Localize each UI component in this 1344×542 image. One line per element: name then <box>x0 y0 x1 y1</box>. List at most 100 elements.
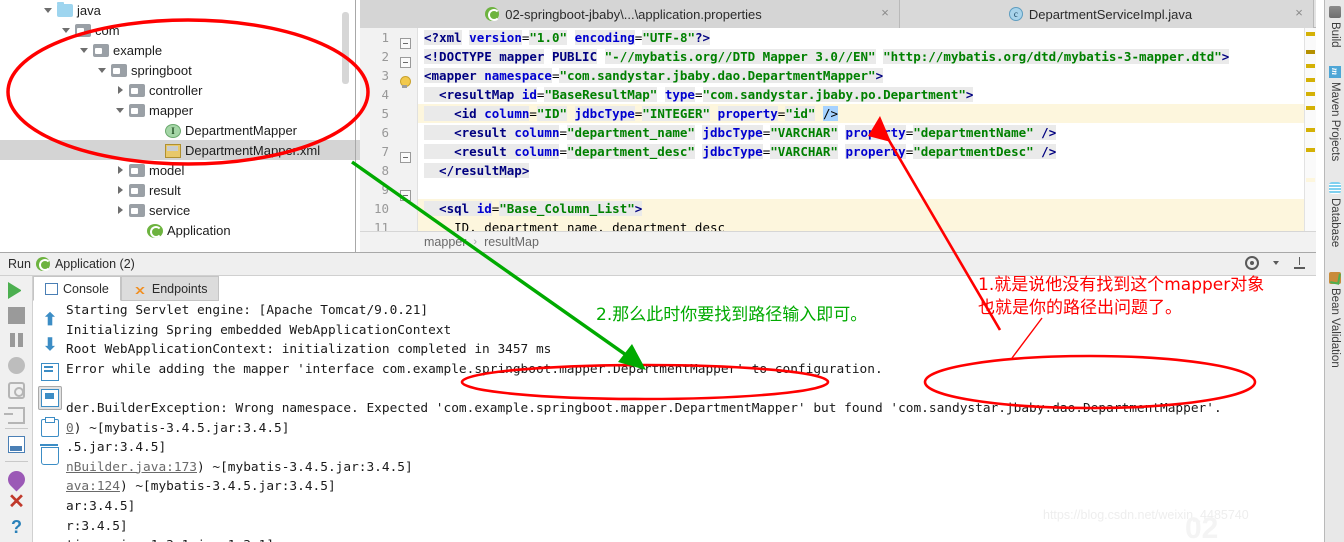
console-stacktrace-link[interactable]: ava:124 <box>66 479 120 494</box>
code-token: jdbcType <box>574 106 635 121</box>
soft-wrap-icon[interactable] <box>41 363 59 381</box>
chevron-right-icon[interactable] <box>114 164 127 177</box>
project-tool-window[interactable]: java com example springboot controller mapper… <box>0 0 360 252</box>
play-icon[interactable] <box>8 282 25 299</box>
fold-marker[interactable] <box>400 152 411 163</box>
editor-tab-application-properties[interactable]: 02-springboot-jbaby\...\application.prop… <box>360 0 900 28</box>
rail-tab-bean-validation[interactable]: Bean Validation <box>1325 268 1344 368</box>
code-line[interactable]: <result column="department_desc" jdbcTyp… <box>418 142 1316 161</box>
code-line[interactable]: <mapper namespace="com.sandystar.jbaby.d… <box>418 66 1316 85</box>
code-line[interactable]: ID, department_name, department_desc <box>418 218 1316 231</box>
fold-marker[interactable] <box>400 190 411 201</box>
console-stacktrace-link[interactable]: 0 <box>66 421 74 436</box>
console-icon <box>45 282 58 295</box>
breadcrumb[interactable]: mapper › resultMap <box>360 231 1316 252</box>
fold-marker[interactable] <box>400 38 411 49</box>
code-token: "Base_Column_List" <box>499 201 635 216</box>
code-line[interactable]: <sql id="Base_Column_List"> <box>418 199 1316 218</box>
chevron-right-icon[interactable] <box>114 184 127 197</box>
dump-icon[interactable] <box>8 357 25 374</box>
no-chevron-icon <box>132 224 145 237</box>
chevron-down-icon[interactable] <box>1273 261 1279 265</box>
code-token: property <box>845 144 906 159</box>
code-line[interactable]: <?xml version="1.0" encoding="UTF-8"?> <box>418 28 1316 47</box>
fold-marker[interactable] <box>400 57 411 68</box>
gear-icon[interactable] <box>1245 256 1259 270</box>
close-icon[interactable]: × <box>879 6 891 19</box>
run-configuration-name[interactable]: Application (2) <box>55 257 135 271</box>
layout-icon[interactable] <box>8 436 25 453</box>
export-icon[interactable] <box>1293 256 1306 270</box>
run-tabs: Console Endpoints <box>33 276 220 301</box>
intention-bulb-icon[interactable] <box>399 76 411 89</box>
chevron-down-icon[interactable] <box>78 44 91 57</box>
tree-item-service[interactable]: service <box>0 200 360 220</box>
code-line[interactable]: <resultMap id="BaseResultMap" type="com.… <box>418 85 1316 104</box>
code-token: <mapper <box>424 68 485 83</box>
chevron-down-icon[interactable] <box>114 104 127 117</box>
chevron-right-icon[interactable] <box>114 84 127 97</box>
breadcrumb-item-mapper[interactable]: mapper <box>424 235 466 249</box>
endpoints-icon <box>132 283 147 295</box>
tree-item-application[interactable]: Application <box>0 220 360 240</box>
code-line[interactable]: </resultMap> <box>418 161 1316 180</box>
tree-item-model[interactable]: model <box>0 160 360 180</box>
code-token: ID, department_name, department_desc <box>424 220 726 231</box>
tree-item-java[interactable]: java <box>0 0 360 20</box>
tree-scrollbar-thumb[interactable] <box>342 12 349 84</box>
close-icon[interactable]: ✕ <box>8 492 25 512</box>
pin-icon[interactable] <box>4 467 29 492</box>
close-icon[interactable]: × <box>1293 6 1305 19</box>
rail-tab-build[interactable]: Build <box>1325 2 1344 48</box>
console-text: ) ~[mybatis-3.4.5.jar:3.4.5] <box>119 479 336 495</box>
tree-item-com[interactable]: com <box>0 20 360 40</box>
arrow-down-icon[interactable]: ⬇ <box>41 336 59 354</box>
code-line[interactable]: <result column="department_name" jdbcTyp… <box>418 123 1316 142</box>
chevron-right-icon[interactable] <box>114 204 127 217</box>
tree-item-result[interactable]: result <box>0 180 360 200</box>
code-token: <result <box>424 144 515 159</box>
code-token: <!DOCTYPE <box>424 49 500 64</box>
tree-item-departmentmapper-xml[interactable]: DepartmentMapper.xml <box>0 140 360 160</box>
code-editor[interactable]: <?xml version="1.0" encoding="UTF-8"?> <!… <box>418 28 1316 231</box>
tab-console[interactable]: Console <box>33 276 121 301</box>
code-line[interactable]: <id column="ID" jdbcType="INTEGER" prope… <box>418 104 1316 123</box>
tree-item-departmentmapper[interactable]: I DepartmentMapper <box>0 120 360 140</box>
console-output[interactable]: Starting Servlet engine: [Apache Tomcat/… <box>66 301 1316 542</box>
help-icon[interactable]: ? <box>8 518 25 536</box>
editor-tab-departmentserviceimpl[interactable]: c DepartmentServiceImpl.java × <box>900 0 1314 28</box>
console-stacktrace-link[interactable]: nBuilder.java:173 <box>66 460 197 475</box>
trash-icon[interactable] <box>40 444 59 465</box>
rail-tab-maven-projects[interactable]: m Maven Projects <box>1325 62 1344 161</box>
code-line[interactable] <box>418 180 1316 199</box>
tree-item-example[interactable]: example <box>0 40 360 60</box>
tree-item-springboot[interactable]: springboot <box>0 60 360 80</box>
code-line[interactable]: <!DOCTYPE mapper PUBLIC "-//mybatis.org/… <box>418 47 1316 66</box>
error-stripe[interactable] <box>1304 28 1316 231</box>
camera-icon[interactable] <box>8 382 25 399</box>
scroll-end-icon[interactable] <box>41 389 59 407</box>
tree-item-mapper[interactable]: mapper <box>0 100 360 120</box>
print-icon[interactable] <box>41 417 59 437</box>
console-text: ) ~[mybatis-3.4.5.jar:3.4.5] <box>73 420 290 436</box>
rail-tab-label: Bean Validation <box>1329 288 1341 368</box>
stop-icon[interactable] <box>8 307 25 324</box>
chevron-down-icon[interactable] <box>60 24 73 37</box>
tab-endpoints[interactable]: Endpoints <box>120 276 220 301</box>
code-token: = <box>529 106 537 121</box>
breadcrumb-item-resultmap[interactable]: resultMap <box>484 235 539 249</box>
tree-item-controller[interactable]: controller <box>0 80 360 100</box>
tree-editor-divider[interactable] <box>355 0 356 252</box>
editor-gutter[interactable]: 1 2 3 4 5 6 7 8 9 10 11 <box>360 28 418 235</box>
exit-icon[interactable] <box>4 407 25 424</box>
run-panel-title: Run <box>8 257 31 271</box>
code-token: /> <box>1033 144 1057 159</box>
arrow-up-icon[interactable]: ⬆ <box>41 311 59 329</box>
code-token: > <box>875 68 884 83</box>
chevron-down-icon[interactable] <box>42 4 55 17</box>
pause-icon[interactable] <box>8 332 25 349</box>
chevron-down-icon[interactable] <box>96 64 109 77</box>
rail-tab-database[interactable]: Database <box>1325 178 1344 247</box>
